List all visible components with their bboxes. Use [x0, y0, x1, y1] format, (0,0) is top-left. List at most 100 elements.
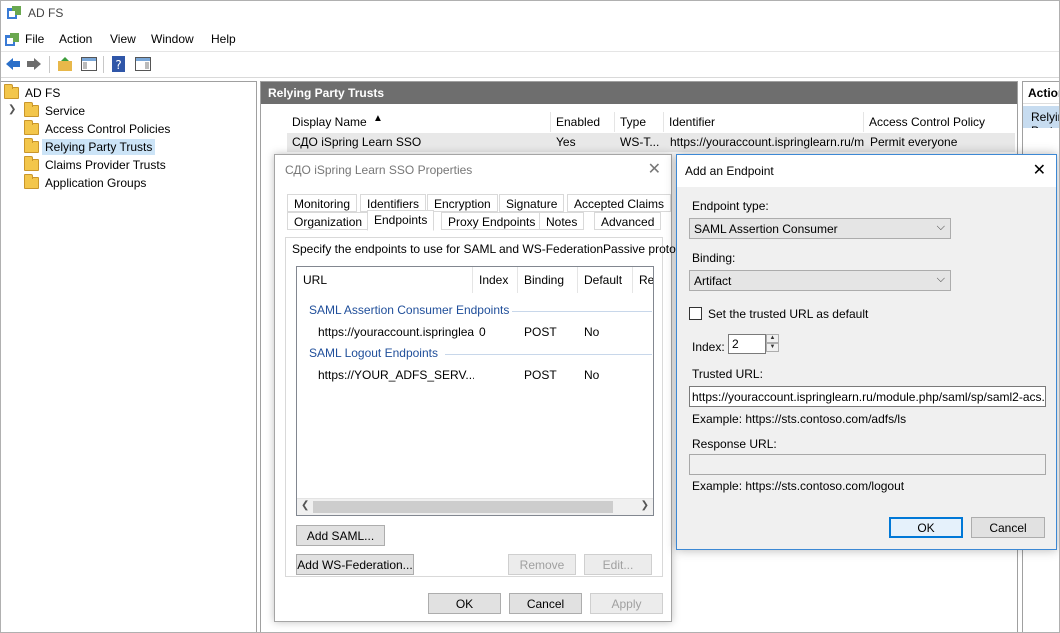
- folder-icon: [24, 138, 39, 153]
- scroll-right-icon[interactable]: ❯: [641, 500, 649, 511]
- row-type: WS-T...: [620, 135, 660, 149]
- remove-button[interactable]: Remove: [508, 554, 576, 575]
- add-saml-button[interactable]: Add SAML...: [296, 525, 385, 546]
- list-column-index[interactable]: Index: [473, 267, 518, 293]
- menu-action[interactable]: Action: [59, 32, 92, 46]
- tree-item-access-control-policies[interactable]: Access Control Policies: [24, 120, 170, 138]
- actions-header: Actions: [1023, 82, 1059, 104]
- group-saml-logout: SAML Logout Endpoints: [309, 346, 438, 360]
- toolbar-separator: [49, 56, 50, 73]
- chevron-down-icon: ⌵: [936, 273, 945, 285]
- tree-item-relying-party-trusts[interactable]: Relying Party Trusts: [24, 138, 156, 156]
- apply-button[interactable]: Apply: [590, 593, 663, 614]
- cancel-button[interactable]: Cancel: [971, 517, 1045, 538]
- menu-window[interactable]: Window: [151, 32, 194, 46]
- horizontal-scrollbar[interactable]: ❮ ❯: [297, 498, 653, 515]
- adfs-menu-icon: [5, 33, 19, 46]
- svg-text:?: ?: [115, 58, 121, 72]
- tab-endpoints[interactable]: Endpoints: [367, 210, 435, 231]
- tab-proxy-endpoints[interactable]: Proxy Endpoints: [441, 212, 543, 230]
- endpoints-list[interactable]: URL Index Binding Default Re SAML Assert…: [296, 266, 654, 516]
- title-bar: AD FS: [0, 0, 1060, 28]
- adfs-app-icon: [7, 6, 21, 19]
- list-column-url[interactable]: URL: [297, 267, 473, 293]
- menu-help[interactable]: Help: [211, 32, 236, 46]
- folder-icon: [24, 174, 39, 189]
- properties-dialog: СДО iSpring Learn SSO Properties ✕ Monit…: [274, 154, 700, 622]
- default-url-checkbox[interactable]: [689, 307, 702, 320]
- folder-icon: [24, 120, 39, 135]
- ok-button[interactable]: OK: [428, 593, 501, 614]
- trusted-url-input[interactable]: https://youraccount.ispringlearn.ru/modu…: [689, 386, 1046, 407]
- column-access-control-policy[interactable]: Access Control Policy: [864, 112, 1015, 132]
- index-stepper[interactable]: ▲ ▼: [766, 334, 779, 354]
- folder-icon: [24, 102, 39, 117]
- endpoint-url[interactable]: https://YOUR_ADFS_SERV...: [318, 368, 474, 382]
- tab-signature[interactable]: Signature: [499, 194, 565, 212]
- close-icon[interactable]: ✕: [648, 159, 661, 179]
- endpoint-type-select[interactable]: SAML Assertion Consumer ⌵: [689, 218, 951, 239]
- spin-up-icon[interactable]: ▲: [766, 334, 779, 343]
- endpoint-index: 0: [479, 325, 486, 339]
- edit-button[interactable]: Edit...: [584, 554, 652, 575]
- tab-advanced[interactable]: Advanced: [594, 212, 662, 230]
- up-folder-icon[interactable]: [56, 55, 74, 73]
- tree-item-application-groups[interactable]: Application Groups: [24, 174, 146, 192]
- actions-subheader[interactable]: Relying Party Trusts: [1023, 106, 1059, 128]
- show-hide-tree-icon[interactable]: [80, 55, 98, 73]
- column-display-name[interactable]: Display Name ▲: [287, 112, 551, 132]
- menu-view[interactable]: View: [110, 32, 136, 46]
- chevron-right-icon[interactable]: ❯: [8, 104, 16, 116]
- index-input[interactable]: 2: [728, 334, 766, 354]
- sort-ascending-icon: ▲: [373, 113, 383, 124]
- table-row[interactable]: СДО iSpring Learn SSO Yes WS-T... https:…: [287, 133, 1015, 152]
- column-type[interactable]: Type: [615, 112, 664, 132]
- folder-icon: [24, 156, 39, 171]
- column-identifier[interactable]: Identifier: [664, 112, 864, 132]
- binding-select[interactable]: Artifact ⌵: [689, 270, 951, 291]
- tab-accepted-claims[interactable]: Accepted Claims: [567, 194, 672, 212]
- close-icon[interactable]: ✕: [1033, 160, 1046, 180]
- row-identifier: https://youraccount.ispringlearn.ru/m...: [670, 135, 865, 149]
- row-enabled: Yes: [556, 135, 576, 149]
- tab-monitoring[interactable]: Monitoring: [287, 194, 358, 212]
- trusted-url-label: Trusted URL:: [692, 367, 763, 381]
- tab-organization[interactable]: Organization: [287, 212, 370, 230]
- column-enabled[interactable]: Enabled: [551, 112, 615, 132]
- group-saml-assertion-consumer: SAML Assertion Consumer Endpoints: [309, 303, 510, 317]
- tab-encryption[interactable]: Encryption: [427, 194, 498, 212]
- scrollbar-thumb[interactable]: [313, 501, 613, 513]
- index-label: Index:: [692, 340, 725, 354]
- help-icon[interactable]: ?: [110, 55, 128, 73]
- tab-notes[interactable]: Notes: [539, 212, 585, 230]
- menu-file[interactable]: File: [25, 32, 44, 46]
- chevron-down-icon: ⌵: [936, 221, 945, 233]
- row-policy: Permit everyone: [870, 135, 958, 149]
- list-column-binding[interactable]: Binding: [518, 267, 578, 293]
- back-arrow-icon[interactable]: [4, 55, 22, 73]
- endpoints-tab-panel: Specify the endpoints to use for SAML an…: [285, 237, 700, 577]
- endpoint-binding: POST: [524, 368, 557, 382]
- tree-item-service[interactable]: Service: [24, 102, 85, 120]
- group-divider: [512, 311, 652, 312]
- endpoint-type-label: Endpoint type:: [692, 199, 769, 213]
- add-endpoint-dialog: Add an Endpoint ✕ Endpoint type: SAML As…: [676, 154, 1057, 550]
- tree-item-claims-provider-trusts[interactable]: Claims Provider Trusts: [24, 156, 166, 174]
- list-column-response[interactable]: Re: [633, 267, 653, 293]
- ok-button[interactable]: OK: [889, 517, 963, 538]
- toolbar-separator: [103, 56, 104, 73]
- tree-root-adfs[interactable]: AD FS: [4, 84, 60, 102]
- scroll-left-icon[interactable]: ❮: [301, 500, 309, 511]
- endpoint-url[interactable]: https://youraccount.ispringlea...: [318, 325, 474, 339]
- endpoint-binding: POST: [524, 325, 557, 339]
- forward-arrow-icon[interactable]: [25, 55, 43, 73]
- list-column-default[interactable]: Default: [578, 267, 633, 293]
- show-action-pane-icon[interactable]: [134, 55, 152, 73]
- response-url-input[interactable]: [689, 454, 1046, 475]
- cancel-button[interactable]: Cancel: [509, 593, 582, 614]
- default-url-label: Set the trusted URL as default: [708, 307, 869, 321]
- row-display-name: СДО iSpring Learn SSO: [292, 135, 422, 149]
- response-url-label: Response URL:: [692, 437, 777, 451]
- add-ws-federation-button[interactable]: Add WS-Federation...: [296, 554, 414, 575]
- spin-down-icon[interactable]: ▼: [766, 343, 779, 352]
